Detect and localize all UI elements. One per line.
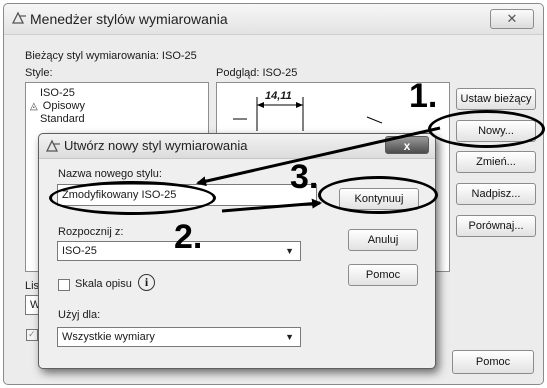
arrow-step2 bbox=[221, 198, 322, 213]
step-2-label: 2. bbox=[174, 218, 203, 256]
step-3-label: 3. bbox=[290, 158, 319, 196]
annotation-arrows bbox=[196, 126, 441, 213]
step-1-label: 1. bbox=[409, 77, 438, 115]
arrow-step1 bbox=[196, 126, 441, 187]
